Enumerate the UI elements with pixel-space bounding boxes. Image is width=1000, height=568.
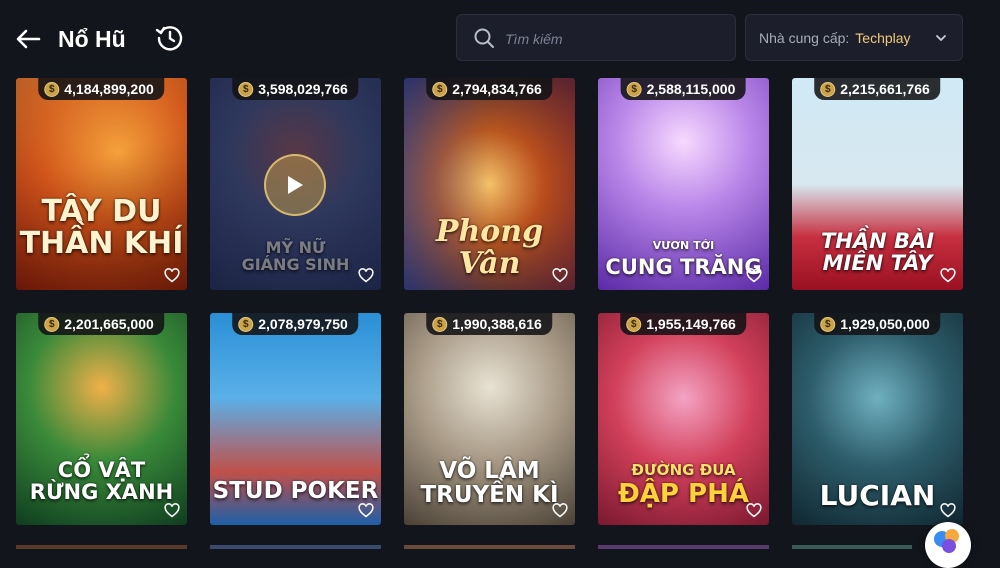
game-name: CUNG TRĂNG: [605, 255, 762, 279]
jackpot-badge: $1,990,388,616: [426, 313, 552, 335]
heart-icon[interactable]: [164, 268, 180, 283]
game-subtitle: ĐƯỜNG ĐUA: [631, 461, 736, 479]
jackpot-badge: $4,184,899,200: [38, 78, 164, 100]
coin-icon: $: [44, 316, 60, 332]
heart-icon[interactable]: [552, 268, 568, 283]
jackpot-badge: $1,929,050,000: [814, 313, 940, 335]
heart-icon[interactable]: [940, 503, 956, 518]
heart-icon[interactable]: [552, 503, 568, 518]
play-button[interactable]: [264, 154, 326, 216]
heart-icon[interactable]: [940, 268, 956, 283]
game-card-stud-poker[interactable]: STUD POKER: [210, 313, 381, 525]
coin-icon: $: [238, 81, 254, 97]
coin-icon: $: [820, 316, 836, 332]
game-card-than-bai-mien-tay[interactable]: THẦN BÀI MIỀN TÂY: [792, 78, 963, 290]
jackpot-amount: 1,955,149,766: [646, 316, 736, 332]
search-box: [456, 14, 736, 61]
game-card-partial[interactable]: [16, 545, 187, 549]
game-card-my-nu-giang-sinh[interactable]: MỸ NỮ GIÁNG SINH: [210, 78, 381, 290]
jackpot-badge: $2,794,834,766: [426, 78, 552, 100]
jackpot-badge: $1,955,149,766: [620, 313, 746, 335]
game-name: MỸ NỮ GIÁNG SINH: [241, 238, 350, 274]
coin-icon: $: [432, 316, 448, 332]
game-name: STUD POKER: [212, 478, 379, 504]
jackpot-badge: $2,201,665,000: [38, 313, 164, 335]
coin-icon: $: [626, 81, 642, 97]
provider-dropdown[interactable]: Nhà cung cấp: Techplay: [745, 14, 963, 61]
game-card-vo-lam-truyen-ki[interactable]: VÕ LÂM TRUYỀN KÌ: [404, 313, 575, 525]
jackpot-amount: 1,990,388,616: [452, 316, 542, 332]
jackpot-amount: 2,215,661,766: [840, 81, 930, 97]
provider-value: Techplay: [855, 29, 911, 46]
jackpot-amount: 2,588,115,000: [646, 81, 736, 97]
heart-icon[interactable]: [164, 503, 180, 518]
back-arrow-icon[interactable]: [14, 25, 42, 53]
provider-label: Nhà cung cấp:: [759, 29, 850, 46]
coin-icon: $: [626, 316, 642, 332]
jackpot-amount: 1,929,050,000: [840, 316, 930, 332]
search-icon: [474, 28, 494, 48]
game-subtitle: VƯƠN TỚI: [652, 239, 715, 252]
coin-icon: $: [238, 316, 254, 332]
game-card-partial[interactable]: [404, 545, 575, 549]
play-icon: [288, 176, 303, 194]
game-card-phong-van[interactable]: Phong Vân: [404, 78, 575, 290]
game-grid: TÂY DU THẦN KHÍ $4,184,899,200 MỸ NỮ GIÁ…: [0, 0, 1000, 549]
game-card-co-vat-rung-xanh[interactable]: CỔ VẬT RỪNG XANH: [16, 313, 187, 525]
heart-icon[interactable]: [358, 268, 374, 283]
game-card-partial[interactable]: [792, 545, 912, 549]
coin-icon: $: [432, 81, 448, 97]
game-name: ĐẬP PHÁ: [618, 479, 749, 509]
jackpot-badge: $2,588,115,000: [620, 78, 746, 100]
jackpot-badge: $2,078,979,750: [232, 313, 358, 335]
chat-bubble-icon[interactable]: [925, 522, 971, 568]
history-icon[interactable]: [155, 23, 185, 53]
game-name: THẦN BÀI MIỀN TÂY: [820, 229, 935, 276]
heart-icon[interactable]: [746, 503, 762, 518]
game-name: LUCIAN: [819, 479, 936, 512]
jackpot-amount: 2,078,979,750: [258, 316, 348, 332]
game-card-duong-dua-dap-pha[interactable]: ĐƯỜNG ĐUA ĐẬP PHÁ: [598, 313, 769, 525]
page-title: Nổ Hũ: [58, 26, 126, 52]
game-card-lucian[interactable]: LUCIAN: [792, 313, 963, 525]
game-name: VÕ LÂM TRUYỀN KÌ: [420, 458, 559, 509]
jackpot-amount: 2,794,834,766: [452, 81, 542, 97]
game-name: TÂY DU THẦN KHÍ: [19, 194, 184, 261]
game-card-partial[interactable]: [210, 545, 381, 549]
game-card-cung-trang[interactable]: VƯƠN TỚI CUNG TRĂNG: [598, 78, 769, 290]
jackpot-amount: 4,184,899,200: [64, 81, 154, 97]
header-bar: Nổ Hũ Nhà cung cấp: Techplay: [0, 0, 1000, 78]
game-name: CỔ VẬT RỪNG XANH: [29, 458, 174, 505]
jackpot-amount: 2,201,665,000: [64, 316, 154, 332]
jackpot-amount: 3,598,029,766: [258, 81, 348, 97]
heart-icon[interactable]: [358, 503, 374, 518]
coin-icon: $: [820, 81, 836, 97]
coin-icon: $: [44, 81, 60, 97]
jackpot-badge: $3,598,029,766: [232, 78, 358, 100]
game-card-partial[interactable]: [598, 545, 769, 549]
heart-icon[interactable]: [746, 268, 762, 283]
game-card-tay-du-than-khi[interactable]: TÂY DU THẦN KHÍ: [16, 78, 187, 290]
chevron-down-icon: [936, 35, 946, 41]
search-input[interactable]: [503, 25, 727, 53]
game-name: Phong Vân: [435, 214, 544, 281]
jackpot-badge: $2,215,661,766: [814, 78, 940, 100]
